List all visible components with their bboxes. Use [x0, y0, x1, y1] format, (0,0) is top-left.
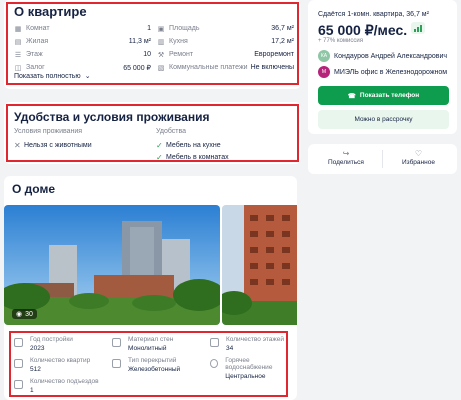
offer-card: Сдаётся 1-комн. квартира, 36,7 м² 65 000… [308, 0, 457, 134]
camera-icon: ◉ [16, 311, 23, 318]
share-label: Поделиться [328, 159, 364, 166]
show-phone-label: Показать телефон [359, 92, 420, 99]
phone-icon: ☎ [347, 92, 356, 100]
photo-count-badge: ◉ 30 [12, 309, 37, 319]
divider [382, 150, 383, 168]
price-history-icon[interactable] [411, 22, 425, 34]
highlight-box [6, 104, 299, 162]
installment-button[interactable]: Можно в рассрочку [318, 110, 449, 129]
avatar: КА [318, 50, 330, 62]
house-photo-image [4, 205, 220, 325]
avatar-initials: КА [320, 53, 328, 59]
agent-row[interactable]: КА Кондауров Андрей Александрович [318, 50, 447, 62]
share-card: ↪ Поделиться ♡ Избранное [308, 144, 457, 174]
house-title: О доме [12, 182, 56, 196]
agency-logo: М [318, 66, 330, 78]
installment-label: Можно в рассрочку [354, 116, 413, 123]
agent-name: Кондауров Андрей Александрович [334, 52, 448, 60]
price: 65 000 ₽/мес. [318, 22, 408, 38]
house-photo-image [222, 205, 297, 325]
highlight-box [9, 331, 288, 397]
offer-title: Сдаётся 1-комн. квартира, 36,7 м² [318, 11, 429, 18]
favorite-label: Избранное [402, 159, 435, 166]
highlight-box [6, 2, 299, 85]
agency-name: МИЭЛЬ офис в Железнодорожном [334, 68, 448, 76]
heart-icon: ♡ [414, 149, 423, 158]
house-photo-main[interactable]: ◉ 30 [4, 205, 220, 325]
share-button[interactable]: ↪ Поделиться [328, 149, 364, 166]
show-phone-button[interactable]: ☎ Показать телефон [318, 86, 449, 105]
photo-count-label: 30 [25, 310, 33, 318]
share-icon: ↪ [342, 149, 350, 158]
commission-label: + 77% комиссия [318, 38, 363, 44]
agency-logo-letter: М [321, 69, 327, 75]
agency-row[interactable]: М МИЭЛЬ офис в Железнодорожном [318, 66, 447, 78]
favorite-button[interactable]: ♡ Избранное [402, 149, 435, 166]
house-photo-secondary[interactable] [222, 205, 297, 325]
